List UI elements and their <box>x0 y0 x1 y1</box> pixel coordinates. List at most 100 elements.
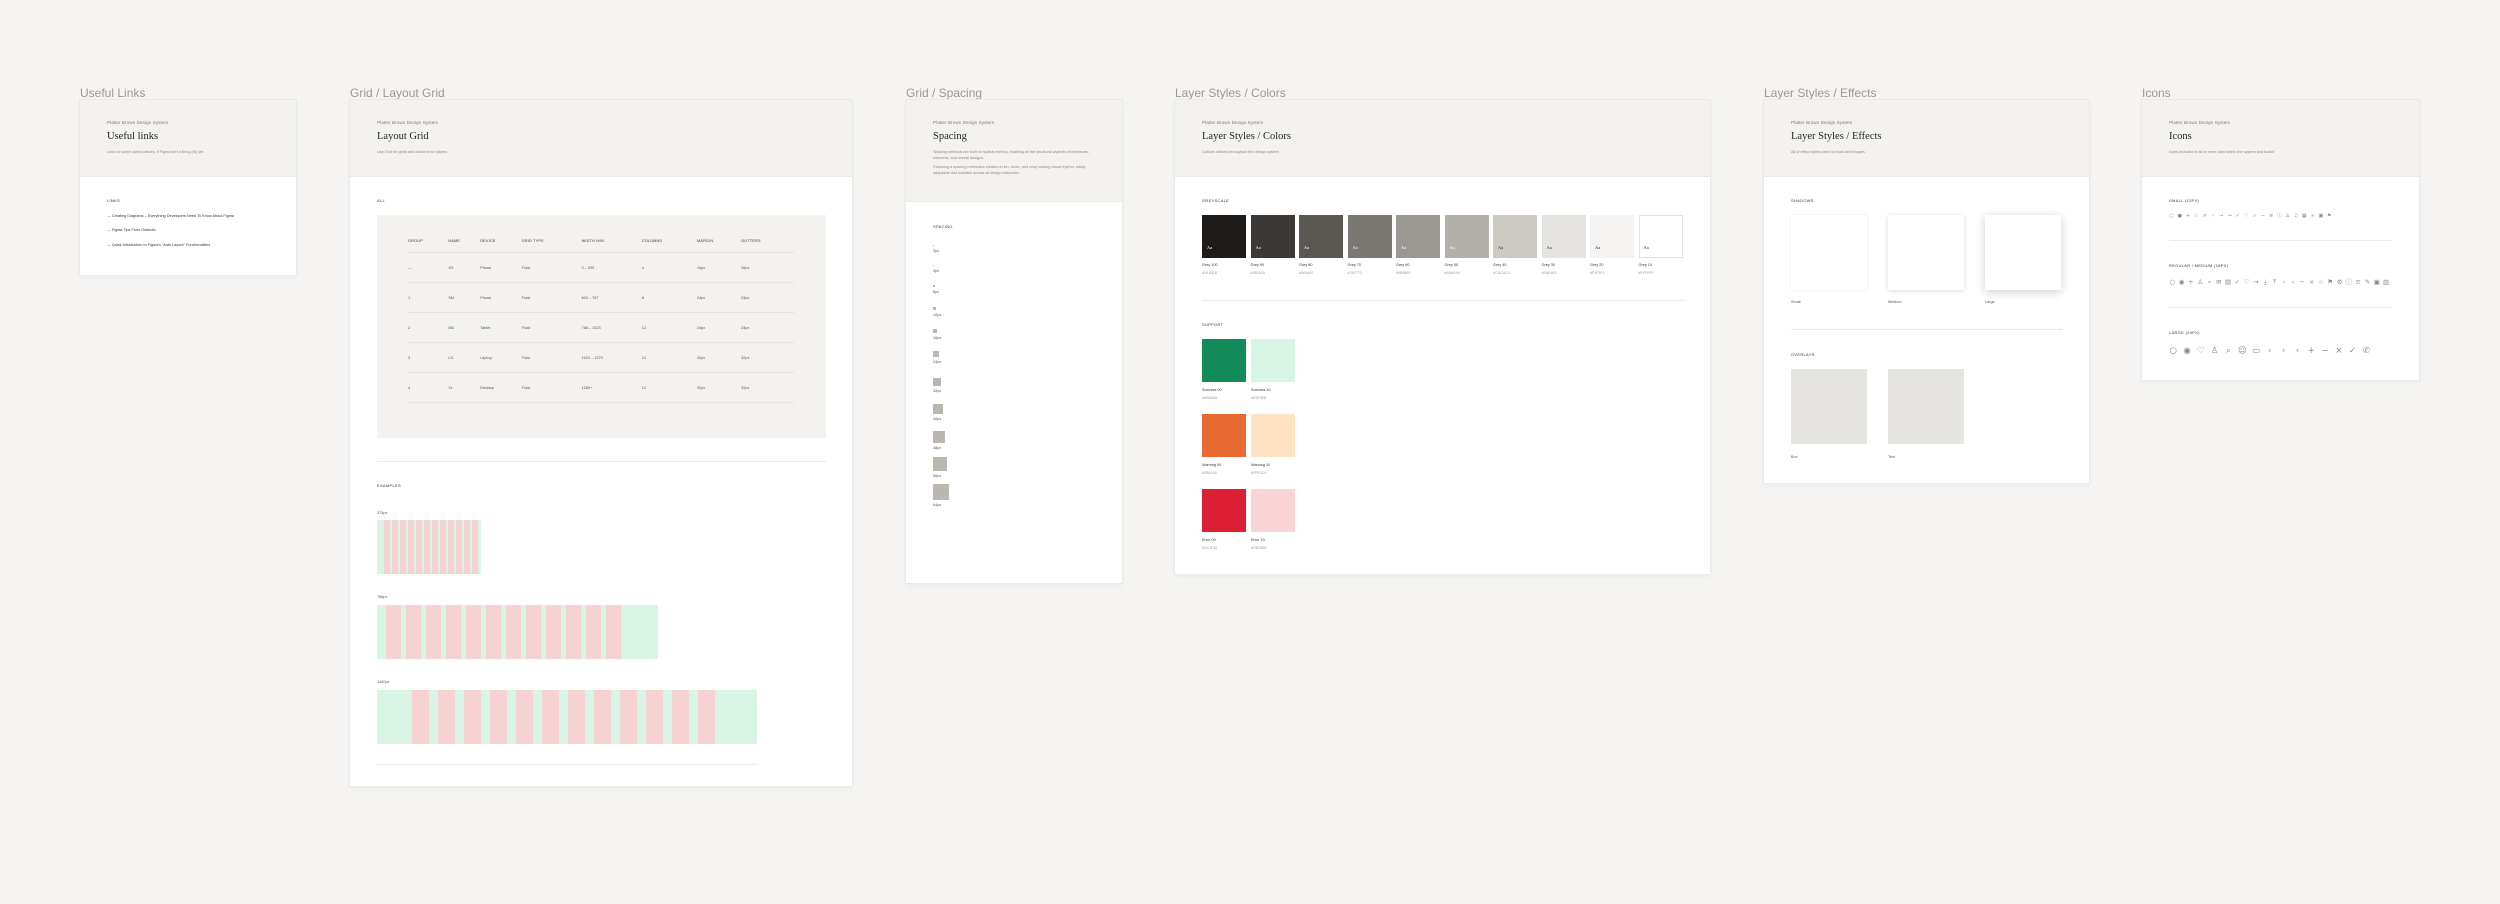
frame-label-spacing[interactable]: Grid / Spacing <box>906 86 982 100</box>
grid-example-label: 768px <box>377 595 388 599</box>
shadow-sample-large[interactable] <box>1985 215 2061 290</box>
chevron-icon[interactable]: ‹ <box>2266 347 2275 356</box>
check-icon[interactable]: ✓ <box>2234 279 2241 286</box>
target-icon[interactable]: ◉ <box>2183 347 2192 356</box>
calendar-icon[interactable]: ▤ <box>2225 279 2232 286</box>
frame-effects[interactable]: Platter Brown Design System Layer Styles… <box>1764 100 2089 483</box>
grey-swatch[interactable] <box>1638 215 1683 258</box>
grid-icon[interactable]: ▦ <box>2302 213 2307 219</box>
menu-icon[interactable]: ≡ <box>2269 213 2274 219</box>
dot-icon[interactable]: ● <box>2177 213 2182 219</box>
support-swatch[interactable] <box>1202 489 1246 532</box>
close-icon[interactable]: × <box>2202 213 2207 219</box>
flag-icon[interactable]: ⚑ <box>2327 213 2332 219</box>
minus-icon[interactable]: − <box>2299 279 2306 286</box>
swatch-sample-text: Aa <box>1304 245 1310 250</box>
chevron-icon[interactable]: ‹ <box>2279 347 2288 356</box>
arrow-icon[interactable]: → <box>2219 213 2224 219</box>
edit-icon[interactable]: ✎ <box>2364 279 2371 286</box>
minus-icon[interactable]: − <box>2260 213 2265 219</box>
arrow-icon[interactable]: → <box>2253 279 2260 286</box>
heart-icon[interactable]: ♡ <box>2244 213 2249 219</box>
link-icon[interactable]: ∞ <box>2310 213 2315 219</box>
table-cell: 1024 – 1279 <box>581 342 642 373</box>
frame-spacing[interactable]: Platter Brown Design System Spacing Spac… <box>906 100 1122 583</box>
frame-label-icons[interactable]: Icons <box>2142 86 2171 100</box>
support-swatch[interactable] <box>1251 414 1295 457</box>
grey-swatch[interactable] <box>1541 215 1586 258</box>
plus-icon[interactable]: + <box>2307 347 2316 356</box>
trash-icon[interactable]: ▥ <box>2383 279 2390 286</box>
overlay-sample-text[interactable] <box>1888 369 1964 444</box>
info-icon[interactable]: ⓘ <box>2346 279 2353 286</box>
grey-swatch[interactable] <box>1347 215 1392 258</box>
arrow-icon[interactable]: → <box>2227 213 2232 219</box>
mail-icon[interactable]: ✉ <box>2215 279 2222 286</box>
shadow-sample-small[interactable] <box>1791 215 1867 290</box>
circle-icon[interactable]: ○ <box>2169 279 2176 286</box>
user-icon[interactable]: ♙ <box>2285 213 2290 219</box>
star-icon[interactable]: ☆ <box>2194 213 2199 219</box>
plus-icon[interactable]: + <box>2186 213 2191 219</box>
settings-icon[interactable]: ⚙ <box>2336 279 2343 286</box>
grey-swatch[interactable] <box>1493 215 1537 258</box>
grey-swatch[interactable] <box>1250 215 1295 258</box>
heart-icon[interactable]: ♡ <box>2243 279 2250 286</box>
grey-swatch[interactable] <box>1396 215 1440 258</box>
frame-colors[interactable]: Platter Brown Design System Layer Styles… <box>1175 100 1710 574</box>
phone-icon[interactable]: ✆ <box>2362 347 2371 356</box>
frame-useful-links[interactable]: Platter Brown Design System Useful links… <box>80 100 296 275</box>
close-icon[interactable]: × <box>2308 279 2315 286</box>
frame-label-effects[interactable]: Layer Styles / Effects <box>1764 86 1877 100</box>
info-icon[interactable]: ⓘ <box>2277 213 2282 219</box>
chevron-icon[interactable]: ‹ <box>2210 213 2215 219</box>
bell-icon[interactable]: ♫ <box>2293 213 2298 219</box>
grey-swatch[interactable] <box>1590 215 1634 258</box>
chevron-icon[interactable]: ‹ <box>2290 279 2297 286</box>
flag-icon[interactable]: ⚑ <box>2327 279 2334 286</box>
grey-swatch[interactable] <box>1444 215 1489 258</box>
lock-icon[interactable]: ▣ <box>2374 279 2381 286</box>
close-icon[interactable]: × <box>2335 347 2344 356</box>
user-icon[interactable]: ♙ <box>2210 347 2219 356</box>
minus-icon[interactable]: − <box>2321 347 2330 356</box>
chevron-icon[interactable]: ‹ <box>2281 279 2288 286</box>
check-icon[interactable]: ✓ <box>2235 213 2240 219</box>
frame-label-grid[interactable]: Grid / Layout Grid <box>350 86 445 100</box>
link-item[interactable]: → Creating Diagrams – Everything Develop… <box>107 214 234 218</box>
support-swatch[interactable] <box>1202 339 1246 382</box>
support-swatch[interactable] <box>1251 339 1295 382</box>
overlay-sample-box[interactable] <box>1791 369 1867 444</box>
support-swatch[interactable] <box>1202 414 1246 457</box>
frame-layout-grid[interactable]: Platter Brown Design System Layout Grid … <box>350 100 852 786</box>
divider <box>1202 300 1685 301</box>
target-icon[interactable]: ◉ <box>2178 279 2185 286</box>
search-icon[interactable]: ⌕ <box>2224 347 2233 356</box>
heart-icon[interactable]: ♡ <box>2197 347 2206 356</box>
user-icon[interactable]: ♙ <box>2197 279 2204 286</box>
frame-label-links[interactable]: Useful Links <box>80 86 145 100</box>
search-icon[interactable]: ⌕ <box>2206 279 2213 286</box>
star-icon[interactable]: ☆ <box>2318 279 2325 286</box>
menu-icon[interactable]: ≡ <box>2355 279 2362 286</box>
circle-icon[interactable]: ○ <box>2169 347 2178 356</box>
emoji-icon[interactable]: ☺ <box>2238 347 2247 356</box>
table-header-cell: WIDTH MIN <box>581 230 642 253</box>
lock-icon[interactable]: ▣ <box>2318 213 2323 219</box>
grey-swatch[interactable] <box>1202 215 1246 258</box>
card-icon[interactable]: ▭ <box>2252 347 2261 356</box>
search-icon[interactable]: ⌕ <box>2252 213 2257 219</box>
upload-icon[interactable]: ⤒ <box>2271 279 2278 286</box>
check-icon[interactable]: ✓ <box>2348 347 2357 356</box>
link-item[interactable]: → Figma Tips From Dialectic <box>107 228 156 232</box>
download-icon[interactable]: ⤓ <box>2262 279 2269 286</box>
plus-icon[interactable]: + <box>2188 279 2195 286</box>
shadow-sample-medium[interactable] <box>1888 215 1964 290</box>
chevron-icon[interactable]: ‹ <box>2293 347 2302 356</box>
frame-label-colors[interactable]: Layer Styles / Colors <box>1175 86 1286 100</box>
link-item[interactable]: → Quick Introduction to Figma's "Auto La… <box>107 243 210 247</box>
circle-icon[interactable]: ○ <box>2169 213 2174 219</box>
grey-swatch[interactable] <box>1299 215 1343 258</box>
support-swatch[interactable] <box>1251 489 1295 532</box>
frame-icons[interactable]: Platter Brown Design System Icons Icons … <box>2142 100 2419 380</box>
